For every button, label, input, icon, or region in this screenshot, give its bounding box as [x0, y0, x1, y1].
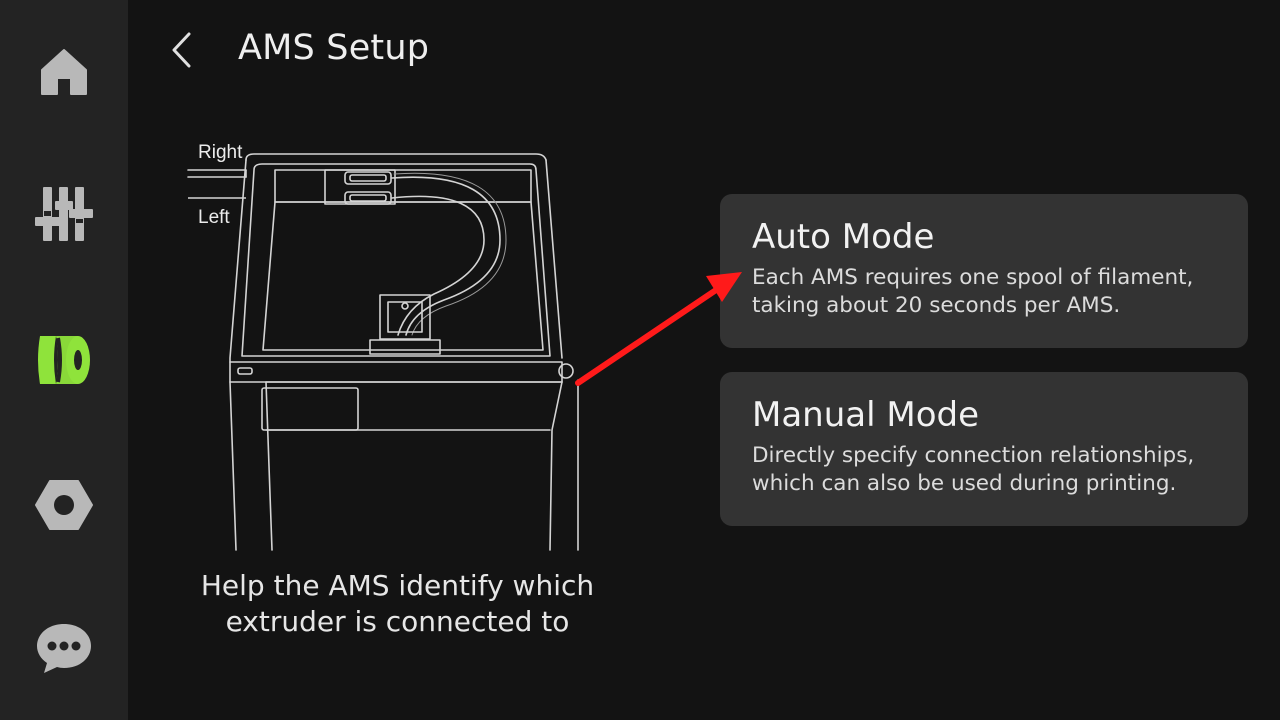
sidebar-item-messages[interactable] — [0, 598, 128, 698]
auto-mode-desc-line-2: taking about 20 seconds per AMS. — [752, 293, 1121, 318]
manual-mode-desc-line-1: Directly specify connection relationship… — [752, 443, 1195, 468]
auto-mode-desc-line-1: Each AMS requires one spool of filament, — [752, 265, 1194, 290]
help-text-line-1: Help the AMS identify which — [200, 569, 595, 602]
page-title: AMS Setup — [238, 28, 430, 68]
auto-mode-card[interactable]: Auto Mode Each AMS requires one spool of… — [720, 194, 1248, 348]
left-port-label: Left — [198, 207, 230, 228]
help-text: Help the AMS identify which extruder is … — [170, 568, 625, 640]
right-port-label: Right — [198, 142, 243, 163]
sidebar-item-filament[interactable] — [0, 310, 128, 410]
chevron-left-icon — [172, 32, 191, 68]
manual-mode-desc-line-2: which can also be used during printing. — [752, 471, 1177, 496]
home-icon — [41, 49, 87, 95]
auto-mode-title: Auto Mode — [752, 217, 935, 257]
printer-illustration: Right Left — [180, 130, 600, 555]
sliders-icon — [35, 187, 93, 241]
printer-top-view: Right Left — [187, 142, 579, 551]
chat-icon — [37, 624, 91, 673]
manual-mode-card[interactable]: Manual Mode Directly specify connection … — [720, 372, 1248, 526]
sidebar-item-settings[interactable] — [0, 455, 128, 555]
hex-nut-icon — [35, 480, 93, 530]
filament-spool-icon — [38, 336, 90, 384]
back-button[interactable] — [158, 24, 206, 76]
sidebar-item-home[interactable] — [0, 22, 128, 122]
sidebar — [0, 0, 128, 720]
sidebar-item-controls[interactable] — [0, 164, 128, 264]
manual-mode-title: Manual Mode — [752, 395, 979, 435]
help-text-line-2: extruder is connected to — [225, 605, 570, 638]
header: AMS Setup — [128, 0, 1280, 100]
